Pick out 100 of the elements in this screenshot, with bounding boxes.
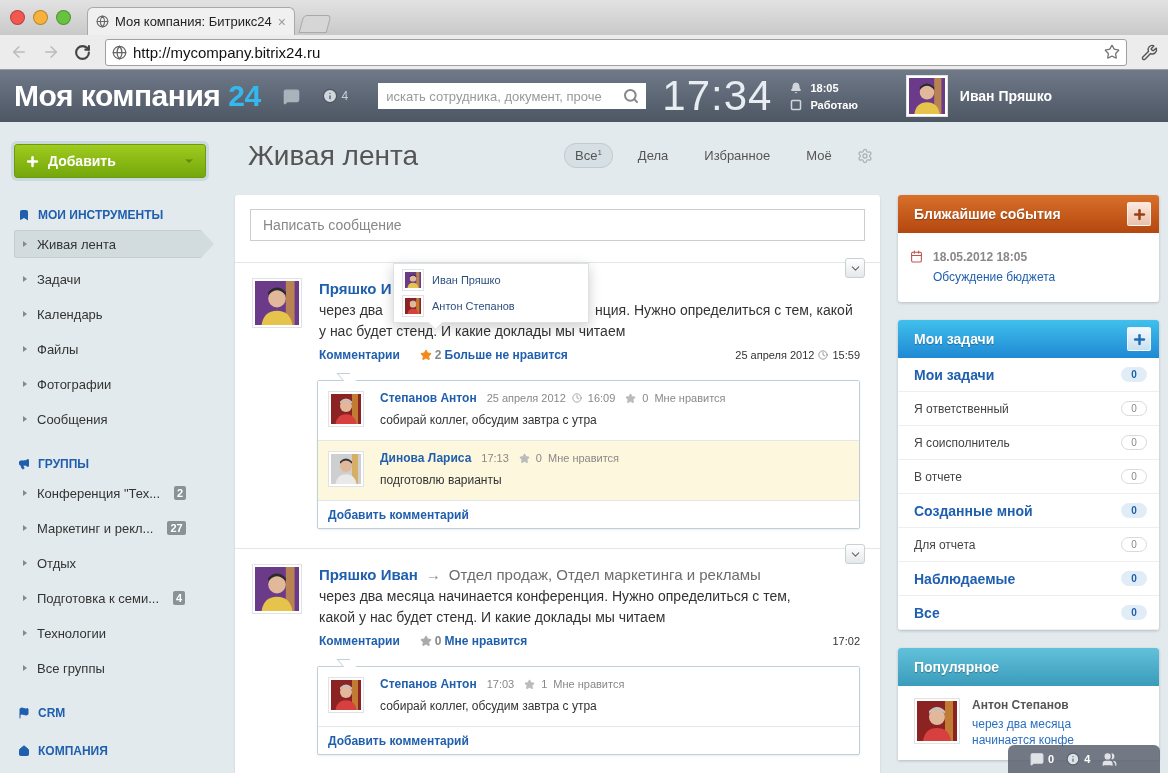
task-filter-link[interactable]: Наблюдаемые [914,570,1016,587]
wrench-icon[interactable] [1141,43,1158,61]
bullet-icon [23,525,27,531]
clock-icon [571,393,582,403]
section-title[interactable]: КОМПАНИЯ [38,744,108,758]
filter-tab[interactable]: Моё [795,143,843,168]
reload-icon[interactable] [74,43,91,61]
task-filter-link[interactable]: Я соисполнитель [914,435,1010,450]
count-badge: 4 [173,591,186,605]
section-title[interactable]: МОИ ИНСТРУМЕНТЫ [38,208,164,222]
count-badge: 2 [174,486,187,500]
popular-post-link[interactable]: через два месяца начинается конфе [972,716,1127,748]
add-task-button[interactable] [1127,327,1151,351]
bullet-icon [23,490,27,496]
bullet-icon [23,241,27,247]
post-author[interactable]: Пряшко И [319,279,392,297]
notifications-icon[interactable] [1066,752,1081,766]
post-text: через два месяца начинается конференция. Нужно определиться с тем, какой у нас будет стенд. И какие доклады мы читаем [319,587,792,627]
bullet-icon [23,416,27,422]
bullet-icon [23,346,27,352]
message-input[interactable]: Написать сообщение [250,209,865,241]
filter-tab[interactable]: Избранное [693,143,782,168]
post-time: 17:02 [832,635,860,647]
comment-author[interactable]: Динова Лариса [380,451,472,465]
count-badge: 27 [167,521,186,535]
search-field[interactable]: искать сотрудника, документ, проче [378,83,647,109]
task-filter-link[interactable]: Созданные мной [914,502,1033,519]
post-text: у нас будет стенд. И какие доклады мы читаем [319,322,627,341]
popular-author[interactable]: Антон Степанов [972,698,1132,712]
comments-link[interactable]: Комментарии [319,348,400,362]
add-comment-link[interactable]: Добавить комментарий [318,727,479,754]
like-link[interactable]: Мне нравится [654,392,726,404]
filter-tab[interactable]: Дела [626,143,680,168]
task-count: 0 [1121,469,1147,484]
like-link[interactable]: Мне нравится [548,452,620,464]
bullet-icon [23,381,27,387]
like-link[interactable]: Мне нравится [444,634,528,648]
task-count: 0 [1121,503,1147,518]
close-window-button[interactable] [10,10,25,25]
user-name[interactable]: Иван Пряшко [959,88,1053,104]
task-count: 0 [1121,435,1147,450]
star-icon [518,452,530,464]
messages-icon[interactable] [282,87,300,105]
post-text: через два [319,301,383,320]
section-title[interactable]: CRM [38,706,66,720]
add-comment-link[interactable]: Добавить комментарий [318,501,479,528]
post-time: 15:59 [832,349,860,361]
chevron-button[interactable] [845,544,865,564]
work-status[interactable]: Работаю [810,98,858,111]
plus-icon [25,153,40,169]
house-icon [18,745,30,757]
task-count: 0 [1121,571,1147,586]
clock-time: 17:34 [662,72,773,120]
task-filter-link[interactable]: Мои задачи [914,366,995,383]
bell-icon [790,81,803,94]
globe-icon [96,14,109,29]
comment-author[interactable]: Степанов Антон [380,391,477,405]
users-icon[interactable] [1102,751,1118,767]
search-icon[interactable] [623,88,640,104]
stop-icon[interactable] [790,98,803,111]
company-logo[interactable]: Моя компания 24 [14,79,261,113]
notifications-count: 4 [341,89,349,103]
post-author[interactable]: Пряшко Иван [319,565,418,583]
comment-time: 17:13 [481,452,509,464]
bookmark-star-icon[interactable] [1104,44,1120,60]
like-count: 0 [642,392,649,404]
notifications-count: 4 [1084,753,1091,765]
task-filter-link[interactable]: Для отчета [914,537,976,552]
browser-tab[interactable]: Моя компания: Битрикс24 × [87,7,295,35]
comment-author[interactable]: Степанов Антон [380,677,477,691]
plus-icon [1131,331,1147,347]
widget-header: Ближайшие события [898,195,1159,233]
star-icon [625,392,637,404]
bullet-icon [23,665,27,671]
notifications-icon[interactable] [321,88,338,104]
liker-name[interactable]: Антон Степанов [432,300,515,312]
task-filter-link[interactable]: Все [914,604,940,621]
add-event-button[interactable] [1127,202,1151,226]
like-link[interactable]: Больше не нравится [444,348,568,362]
filter-tab[interactable]: Все$^{1}$ [564,142,613,169]
liker-name[interactable]: Иван Пряшко [432,274,501,286]
calendar-icon [910,250,923,263]
task-count: 0 [1121,605,1147,620]
star-icon [524,678,536,690]
chevron-button[interactable] [845,258,865,278]
task-filter-link[interactable]: Я ответственный [914,401,1009,416]
address-bar[interactable]: http://mycompany.bitrix24.ru [105,38,1127,66]
section-title[interactable]: ГРУППЫ [38,457,90,471]
comment-text: подготовлю варианты [380,473,503,487]
clock-icon [818,350,829,360]
task-filter-link[interactable]: В отчете [914,469,962,484]
event-link[interactable]: Обсуждение бюджета [933,270,1056,284]
like-link[interactable]: Мне нравится [553,678,625,690]
alarm-time: 18:05 [810,81,839,94]
bullet-icon [23,560,27,566]
comments-link[interactable]: Комментарии [319,634,400,648]
minimize-window-button[interactable] [33,10,48,25]
widget-header: Мои задачи [898,320,1159,358]
maximize-window-button[interactable] [56,10,71,25]
task-count: 0 [1121,537,1147,552]
